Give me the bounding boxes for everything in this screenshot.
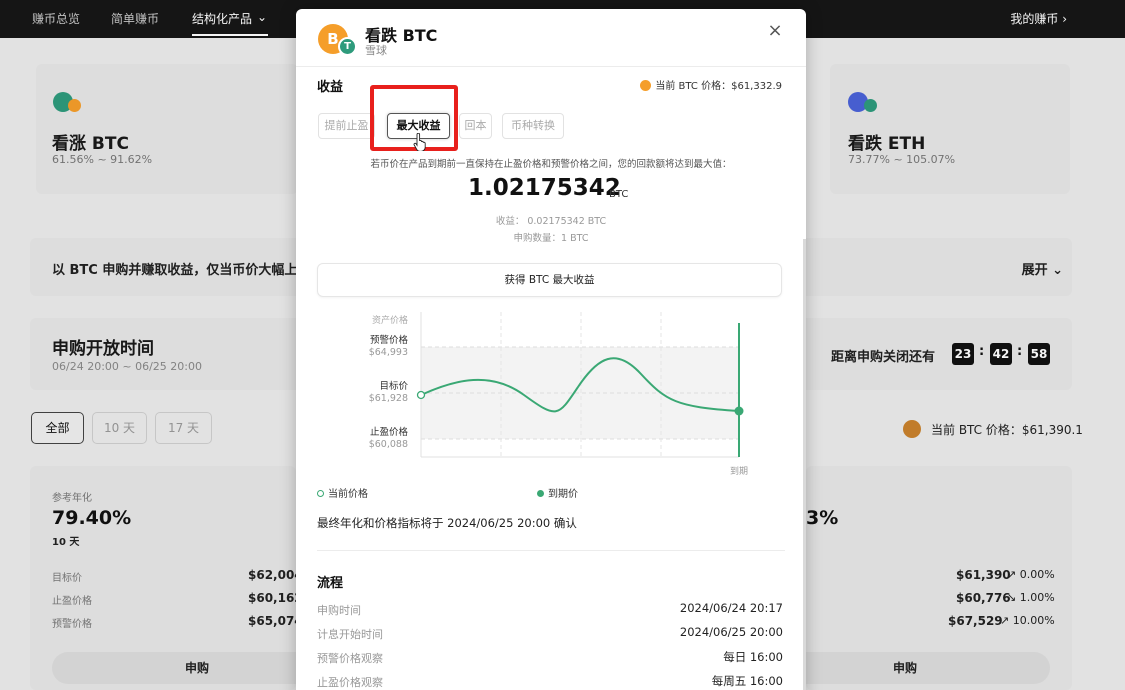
chart-band: [421, 347, 739, 439]
btc-icon: [640, 80, 652, 91]
max-yield-description: 若币价在产品到期前一直保持在止盈价格和预警价格之间，您的回款额将达到最大值：: [370, 159, 732, 170]
confirmation-note: 最终年化和价格指标将于 2024/06/25 20:00 确认: [317, 516, 577, 530]
chart-tick-label: 止盈价格: [370, 426, 409, 438]
max-payout-amount: 1.02175342: [468, 175, 621, 201]
process-label: 止盈价格观察: [317, 676, 383, 689]
payoff-chart: 资产价格预警价格$64,993 目标价$61,928 止盈价格$60,088 到期: [369, 312, 748, 477]
current-price: 当前 BTC 价格：$61,332.9: [640, 77, 782, 92]
divider: [317, 550, 785, 551]
expiry-price-point: [734, 406, 744, 416]
quantity-line: 申购数量：1 BTC: [513, 233, 589, 244]
tab-break-even[interactable]: 回本: [459, 113, 492, 139]
tab-currency-conversion[interactable]: 币种转换: [502, 113, 564, 139]
legend-label: 当前价格: [328, 489, 368, 500]
tab-early-take-profit[interactable]: 提前止盈: [318, 113, 375, 139]
modal-subtitle: 雪球: [365, 44, 387, 57]
process-value: 每周五 16:00: [711, 674, 783, 688]
process-label: 预警价格观察: [317, 652, 383, 665]
divider: [296, 66, 806, 67]
chart-tick-label: 目标价: [379, 380, 408, 392]
chart-tick-label: 预警价格: [370, 334, 409, 346]
current-price-text: 当前 BTC 价格：$61,332.9: [655, 81, 782, 92]
legend-marker-filled-icon: [537, 490, 544, 497]
tether-icon: T: [338, 37, 357, 56]
chart-tick-value: $60,088: [369, 439, 408, 450]
max-payout-unit: BTC: [609, 189, 629, 200]
process-label: 计息开始时间: [317, 628, 383, 641]
process-value: 2024/06/24 20:17: [679, 601, 783, 615]
chart-y-title: 资产价格: [372, 314, 408, 326]
section-title: 收益: [317, 80, 344, 95]
process-value: 每日 16:00: [723, 650, 783, 664]
chart-tick-value: $64,993: [369, 347, 408, 358]
legend-marker-hollow-icon: [317, 490, 324, 497]
profit-line: 收益： 0.02175342 BTC: [495, 216, 607, 227]
chart-x-end-label: 到期: [730, 465, 748, 477]
process-title: 流程: [317, 576, 344, 591]
legend-label: 到期价: [548, 489, 578, 500]
current-price-point: [416, 390, 426, 400]
chart-tick-value: $61,928: [369, 393, 408, 404]
close-icon[interactable]: ×: [765, 21, 785, 41]
get-max-yield-button[interactable]: 获得 BTC 最大收益: [317, 263, 782, 297]
process-label: 申购时间: [317, 604, 361, 617]
product-detail-modal: B T 看跌 BTC 雪球 × 收益 当前 BTC 价格：$61,332.9 提…: [296, 9, 806, 690]
scrollbar[interactable]: [803, 239, 806, 690]
hand-cursor-icon: [413, 133, 426, 151]
process-value: 2024/06/25 20:00: [679, 625, 783, 639]
legend-current-price: 当前价格: [317, 485, 368, 500]
legend-expiry-price: 到期价: [537, 485, 578, 500]
